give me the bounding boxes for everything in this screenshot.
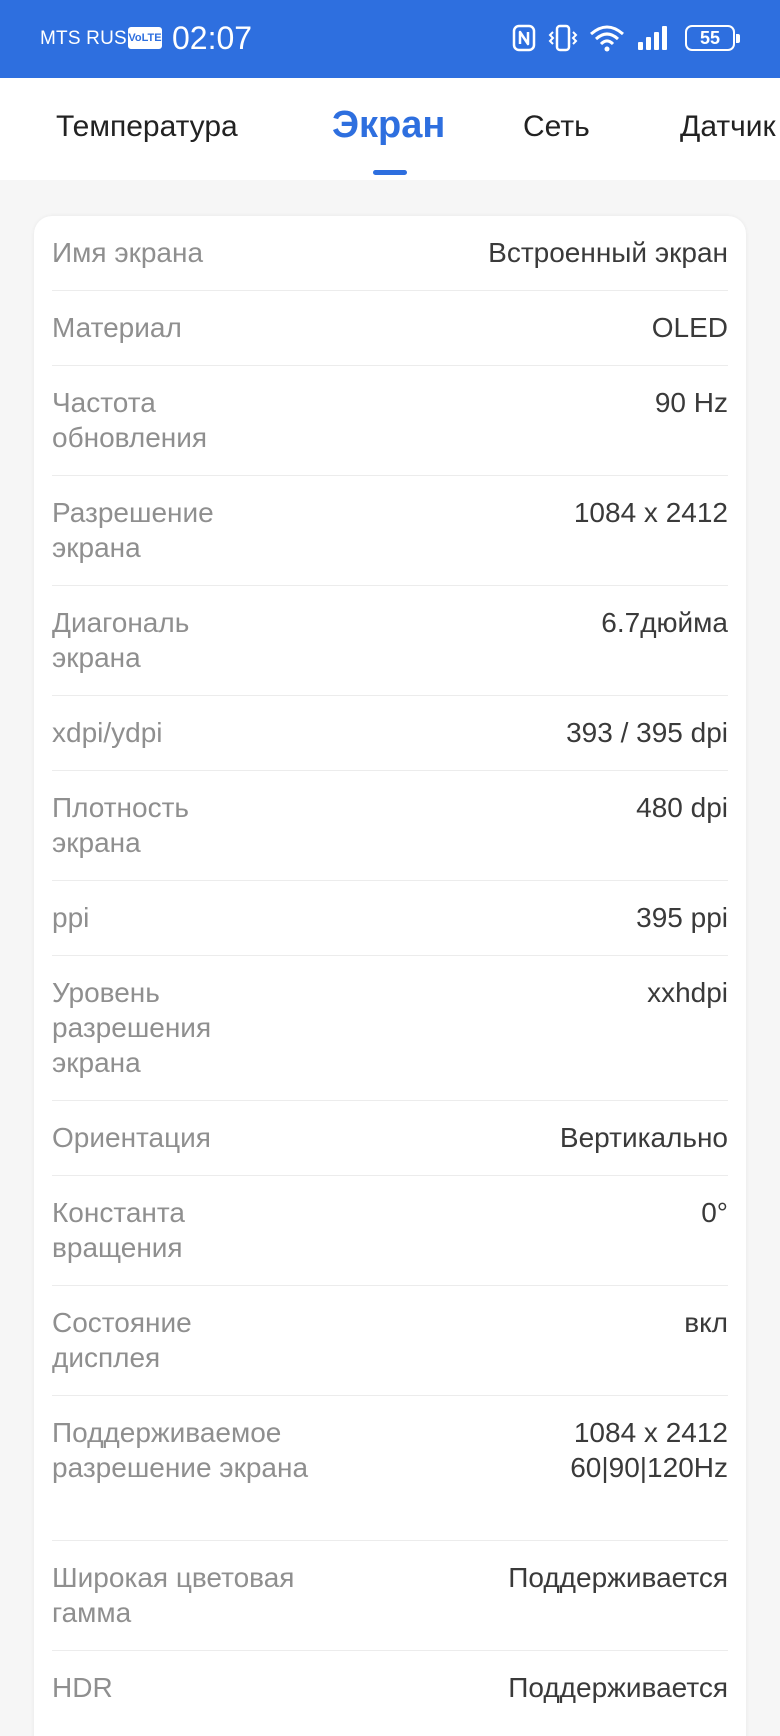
info-row-orientation: Ориентация Вертикально (52, 1101, 728, 1176)
row-label: ppi (52, 902, 90, 933)
row-label: Имя экрана (52, 237, 204, 268)
row-label: Поддерживаемое разрешение экрана (52, 1417, 309, 1483)
volte-badge: VoLTE (128, 27, 162, 49)
info-row-screen-name: Имя экрана Встроенный экран (52, 216, 728, 291)
info-row-wide-color-gamut: Широкая цветовая гамма Поддерживается (52, 1541, 728, 1651)
tab-temperature[interactable]: Температура (56, 110, 238, 144)
info-row-display-state: Состояние дисплея вкл (52, 1286, 728, 1396)
row-value: 395 ppi (636, 902, 728, 933)
tab-sensors[interactable]: Датчик (680, 110, 776, 144)
row-value: OLED (651, 312, 728, 343)
battery-icon: 55 (682, 22, 740, 54)
info-row-diagonal: Диагональ экрана 6.7дюйма (52, 586, 728, 696)
vibrate-icon (546, 22, 580, 54)
row-label: xdpi/ydpi (52, 717, 163, 748)
row-label: Плотность экрана (52, 792, 190, 858)
status-bar: MTS RUS VoLTE 02:07 55 (0, 0, 780, 78)
info-row-supported-resolution: Поддерживаемое разрешение экрана 1084 x … (52, 1396, 728, 1541)
row-value: 480 dpi (636, 792, 728, 823)
tab-network[interactable]: Сеть (523, 110, 590, 144)
row-value: 6.7дюйма (601, 607, 728, 638)
row-value: xxhdpi (647, 977, 728, 1008)
row-label: Ориентация (52, 1122, 211, 1153)
info-row-resolution-level: Уровень разрешения экрана xxhdpi (52, 956, 728, 1101)
row-value: Поддерживается (508, 1672, 728, 1703)
tab-bar: Температура Экран Сеть Датчик (0, 78, 780, 180)
row-value: Поддерживается (508, 1562, 728, 1593)
row-value: 393 / 395 dpi (566, 717, 728, 748)
screen-info-card: Имя экрана Встроенный экран Материал OLE… (34, 216, 746, 1736)
row-value: 1084 x 2412 (573, 497, 728, 528)
row-value: Встроенный экран (488, 237, 728, 268)
row-value: 90 Hz (654, 387, 728, 418)
row-label: Широкая цветовая гамма (52, 1562, 295, 1628)
row-value: Вертикально (559, 1122, 728, 1153)
info-row-ppi: ppi 395 ppi (52, 881, 728, 956)
info-row-material: Материал OLED (52, 291, 728, 366)
signal-icon (636, 22, 672, 54)
row-value: 1084 x 2412 60|90|120Hz (570, 1417, 728, 1483)
info-row-hdr: HDR Поддерживается (52, 1651, 728, 1726)
active-tab-indicator (373, 170, 407, 175)
row-label: Уровень разрешения экрана (52, 977, 212, 1078)
info-row-xdpi-ydpi: xdpi/ydpi 393 / 395 dpi (52, 696, 728, 771)
info-row-density: Плотность экрана 480 dpi (52, 771, 728, 881)
status-time: 02:07 (172, 20, 253, 56)
wifi-icon (588, 22, 626, 54)
row-value: вкл (684, 1307, 728, 1338)
battery-level: 55 (699, 27, 721, 48)
row-label: Материал (52, 312, 182, 343)
row-label: Разрешение экрана (52, 497, 214, 563)
tab-screen[interactable]: Экран (332, 104, 445, 147)
info-row-resolution: Разрешение экрана 1084 x 2412 (52, 476, 728, 586)
row-label: Состояние дисплея (52, 1307, 192, 1373)
row-label: Константа вращения (52, 1197, 185, 1263)
info-row-refresh-rate: Частота обновления 90 Hz (52, 366, 728, 476)
info-row-rotation-constant: Константа вращения 0° (52, 1176, 728, 1286)
row-label: HDR (52, 1672, 113, 1703)
row-label: Частота обновления (52, 387, 208, 453)
nfc-icon (510, 22, 538, 54)
carrier-name: MTS RUS (40, 28, 127, 49)
row-label: Диагональ экрана (52, 607, 190, 673)
row-value: 0° (701, 1197, 728, 1228)
